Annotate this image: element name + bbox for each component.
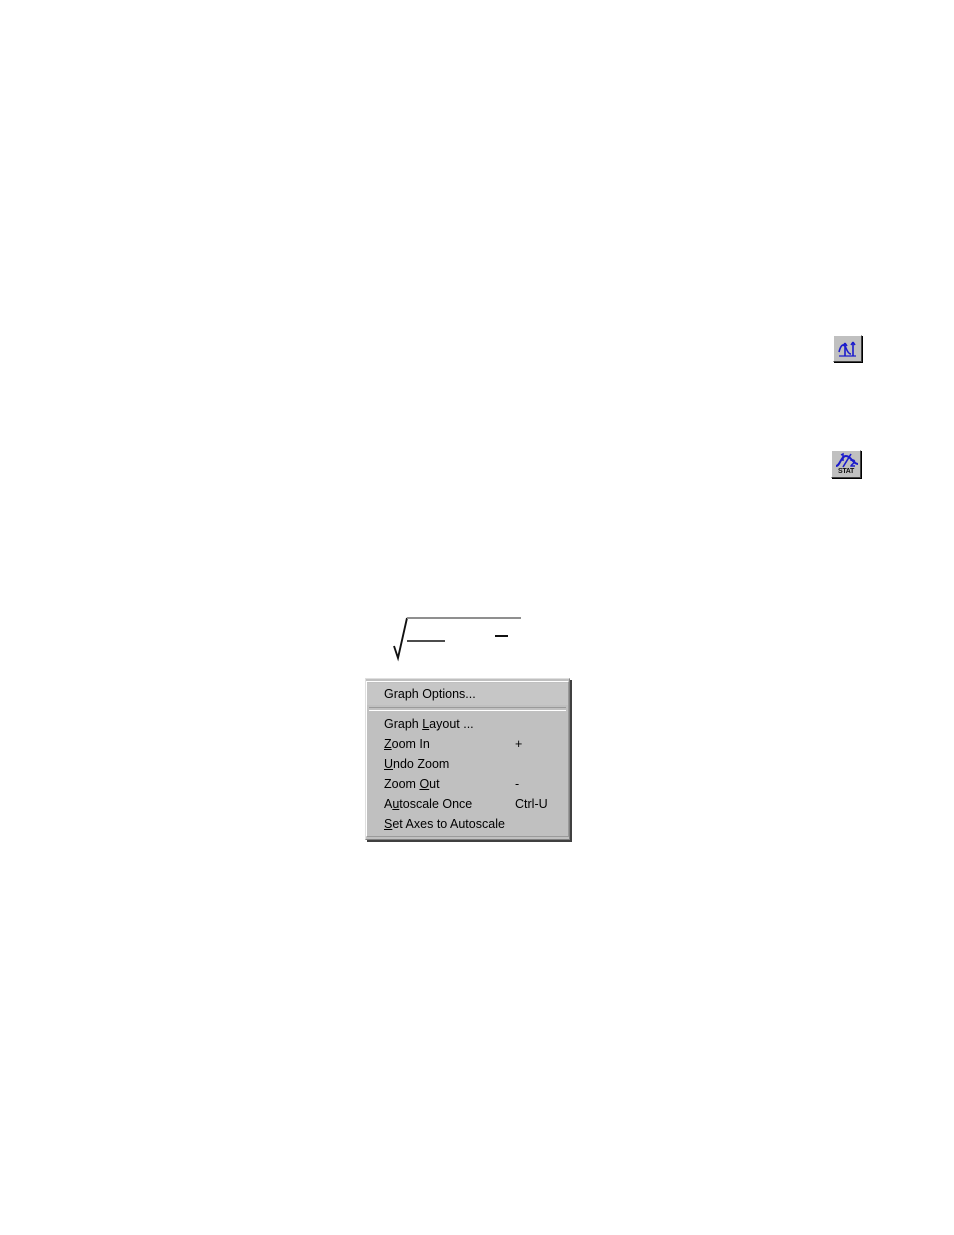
menu-item-autoscale-once[interactable]: Autoscale Once Ctrl-U [367, 794, 568, 814]
menu-separator [369, 707, 566, 711]
menu-item-graph-layout[interactable]: Graph Layout ... [367, 714, 568, 734]
menu-accelerator-char: O [419, 777, 430, 791]
menu-item-label: Graph Layout ... [384, 717, 474, 731]
math-formula-fragment [385, 608, 545, 663]
menu-item-shortcut: - [515, 777, 520, 791]
menu-item-shortcut: + [515, 737, 523, 751]
menu-item-zoom-in[interactable]: Zoom In + [367, 734, 568, 754]
menu-item-set-axes-to-autoscale[interactable]: Set Axes to Autoscale [367, 814, 568, 834]
plot-y-icon-glyph [834, 336, 861, 361]
menu-item-label: Set Axes to Autoscale [384, 817, 505, 831]
menu-item-label: Undo Zoom [384, 757, 450, 771]
menu-item-label: Autoscale Once [384, 797, 473, 811]
menu-item-zoom-out[interactable]: Zoom Out - [367, 774, 568, 794]
menu-accelerator-char: Z [384, 737, 392, 751]
menu-item-label: Zoom Out [384, 777, 440, 791]
graph-context-menu-inner: Graph Options... Graph Layout ... Zoom I… [366, 681, 569, 837]
stat-icon[interactable]: STAT [831, 450, 861, 478]
menu-item-label: Zoom In [384, 737, 430, 751]
menu-accelerator-char: U [384, 757, 394, 771]
menu-item-graph-options[interactable]: Graph Options... [367, 683, 568, 705]
menu-item-undo-zoom[interactable]: Undo Zoom [367, 754, 568, 774]
stat-icon-caption: STAT [837, 468, 855, 475]
graph-context-menu[interactable]: Graph Options... Graph Layout ... Zoom I… [365, 678, 570, 840]
menu-item-shortcut: Ctrl-U [515, 797, 548, 811]
document-page: STAT Graph Options... Graph Layout ... Z… [0, 0, 954, 1235]
menu-item-label: Graph Options... [384, 687, 476, 701]
plot-y-icon[interactable] [833, 335, 862, 362]
